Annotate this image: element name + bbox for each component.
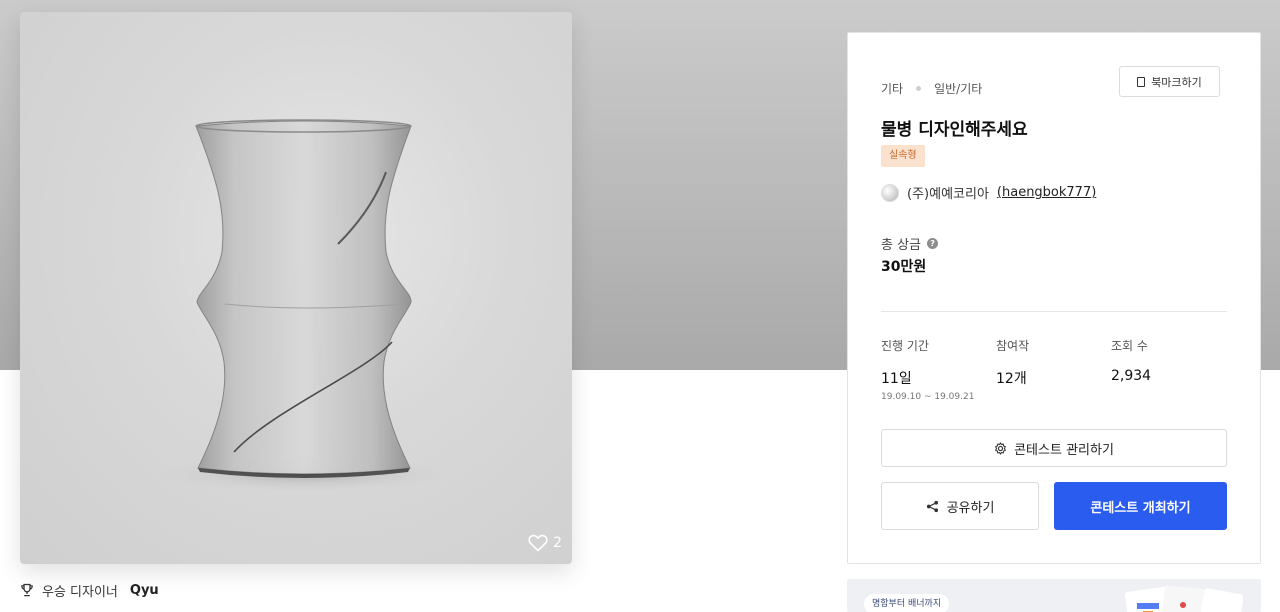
open-contest-button[interactable]: 콘테스트 개최하기 — [1054, 482, 1227, 530]
vase-illustration — [154, 119, 454, 492]
stat-label: 조회 수 — [1111, 339, 1148, 353]
like-count: 2 — [553, 535, 562, 551]
host-name: (주)예예코리아 — [907, 187, 989, 202]
winner-name[interactable]: Qyu — [130, 583, 159, 598]
share-button[interactable]: 공유하기 — [881, 482, 1039, 530]
help-icon[interactable]: ? — [927, 238, 939, 249]
banner-pill: 명함부터 배너까지 — [864, 594, 950, 612]
like-button[interactable]: 2 — [528, 534, 562, 552]
host-id-link[interactable]: (haengbok777) — [997, 185, 1096, 200]
share-label: 공유하기 — [946, 500, 995, 516]
stat-date-range: 19.09.10 ~ 19.09.21 — [881, 392, 975, 402]
stat-duration: 진행 기간 11일 19.09.10 ~ 19.09.21 — [881, 337, 974, 402]
prize-label: 총 상금 ? — [881, 234, 939, 253]
stat-label: 참여작 — [996, 339, 1030, 353]
host-avatar — [881, 183, 899, 202]
winner-info: 우승 디자이너 Qyu — [20, 580, 159, 600]
bookmark-icon — [1137, 76, 1146, 87]
contest-info-panel: 기타 일반/기타 북마크하기 물병 디자인해주세요 실속형 (주)예예코리아 (… — [847, 32, 1261, 564]
stat-value: 2,934 — [1111, 368, 1152, 384]
share-icon — [926, 500, 938, 512]
breadcrumb-separator — [916, 86, 922, 91]
host-info: (주)예예코리아 (haengbok777) — [881, 183, 1096, 202]
stat-value: 12개 — [996, 371, 1027, 387]
stat-value: 11일 — [881, 371, 912, 387]
breadcrumb: 기타 일반/기타 — [881, 80, 982, 97]
breadcrumb-item[interactable]: 기타 — [881, 80, 903, 97]
plan-badge: 실속형 — [881, 145, 925, 167]
divider — [881, 311, 1227, 312]
stat-label: 진행 기간 — [881, 339, 929, 353]
winner-label: 우승 디자이너 — [42, 584, 118, 600]
contest-title: 물병 디자인해주세요 — [881, 120, 1028, 140]
promo-banner[interactable]: 명함부터 배너까지 — [847, 579, 1261, 612]
bookmark-button[interactable]: 북마크하기 — [1119, 66, 1220, 97]
breadcrumb-item[interactable]: 일반/기타 — [934, 80, 982, 97]
manage-contest-label: 콘테스트 관리하기 — [1014, 442, 1114, 458]
product-image[interactable]: 2 — [20, 12, 572, 564]
stat-views: 조회 수 2,934 — [1111, 337, 1151, 384]
gear-icon — [995, 441, 1006, 455]
trophy-icon — [21, 583, 33, 597]
stat-entries: 참여작 12개 — [996, 337, 1029, 388]
banner-illustration — [1124, 585, 1243, 612]
manage-contest-button[interactable]: 콘테스트 관리하기 — [881, 429, 1227, 467]
heart-icon — [528, 534, 548, 552]
prize-value: 30만원 — [881, 259, 927, 275]
bookmark-label: 북마크하기 — [1151, 75, 1202, 89]
open-contest-label: 콘테스트 개최하기 — [1090, 500, 1191, 516]
